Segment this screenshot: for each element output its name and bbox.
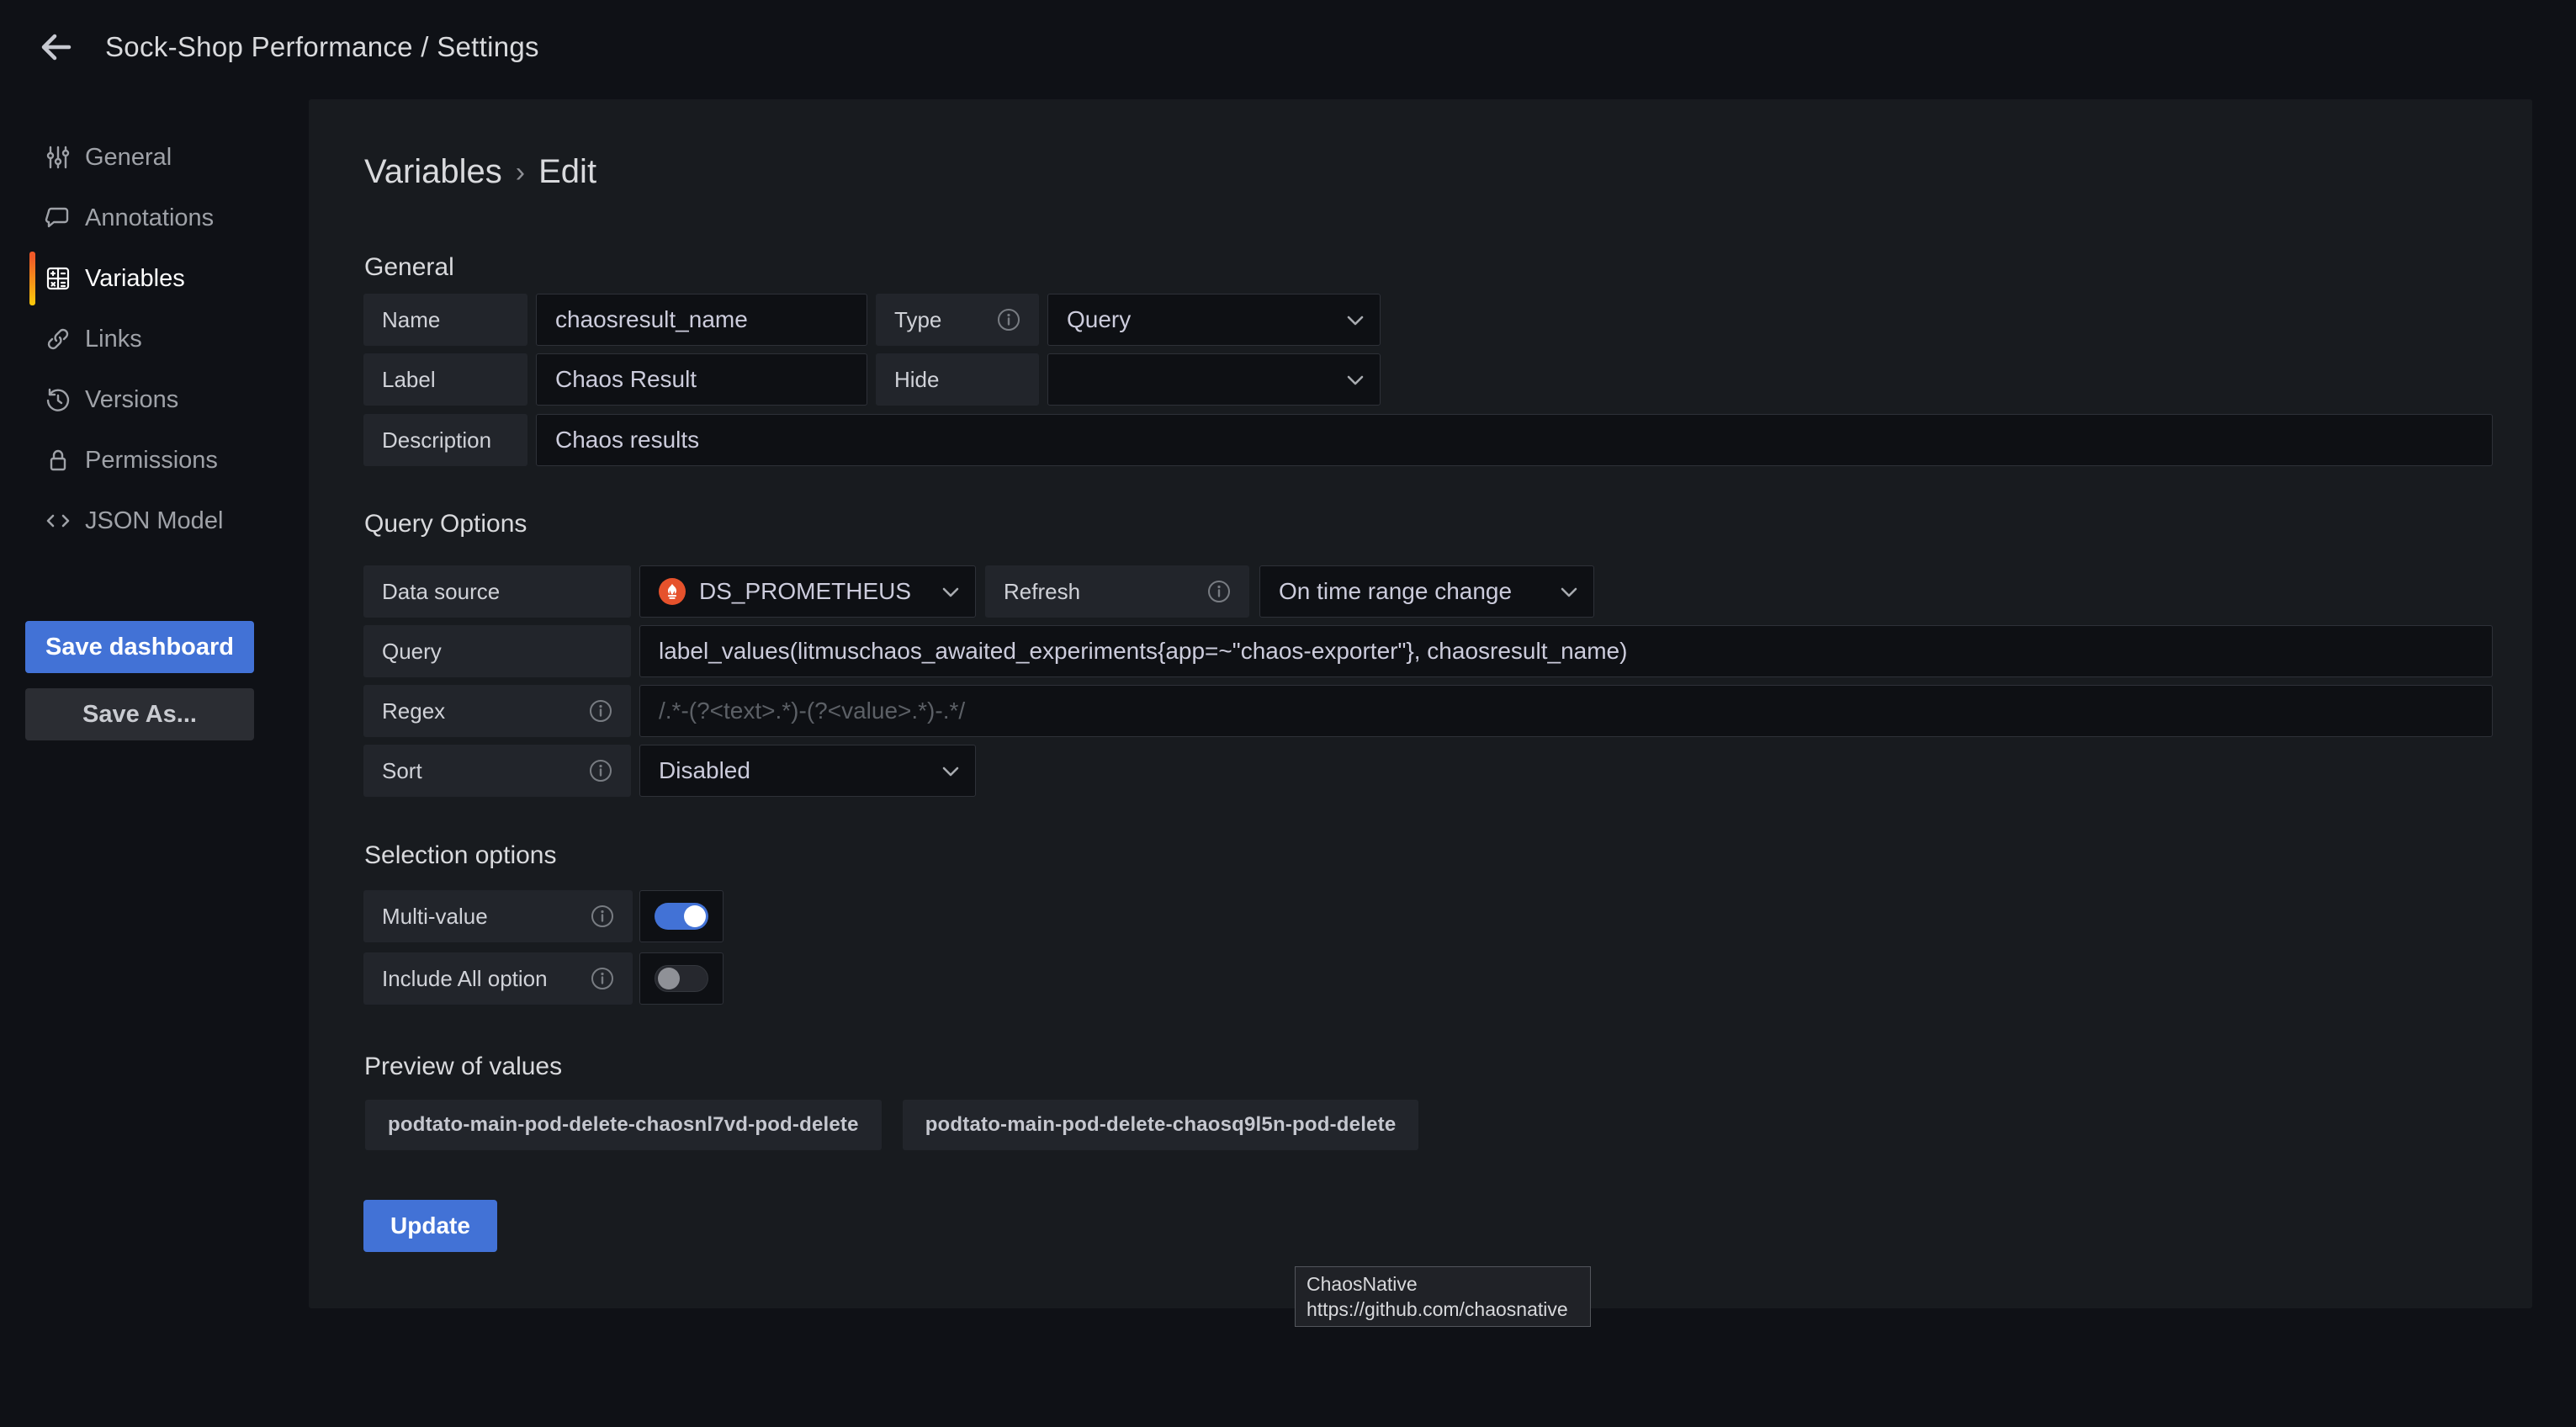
breadcrumb-separator: › [516,156,525,189]
regex-input[interactable]: /.*-(?<text>.*)-(?<value>.*)-.*/ [639,685,2493,737]
breadcrumb-page: Edit [538,153,596,191]
settings-sidebar: General Annotations [0,94,309,1427]
sidebar-item-label: Links [85,326,142,353]
settings-nav: General Annotations [0,127,309,551]
chevron-down-icon [1346,374,1365,386]
info-icon[interactable] [591,967,614,990]
multi-value-toggle[interactable] [639,890,724,942]
sidebar-item-annotations[interactable]: Annotations [0,188,309,248]
data-source-label: Data source [363,565,631,618]
variables-edit-panel: Variables › Edit General Name chaosresul… [309,99,2532,1308]
general-heading: General [364,253,454,282]
save-as-button[interactable]: Save As... [25,688,254,740]
tooltip-title: ChaosNative [1307,1271,1579,1297]
label-input[interactable]: Chaos Result [536,353,867,406]
query-label: Query [363,625,631,677]
preview-value-chip: podtato-main-pod-delete-chaosnl7vd-pod-d… [365,1100,882,1150]
prometheus-icon [659,578,686,605]
refresh-label: Refresh [985,565,1249,618]
breadcrumb: Variables › Edit [364,153,596,191]
sidebar-item-links[interactable]: Links [0,309,309,369]
chevron-down-icon [941,766,960,777]
info-icon[interactable] [589,759,612,782]
sidebar-item-label: Annotations [85,204,214,232]
chevron-down-icon [941,586,960,598]
label-label: Label [363,353,527,406]
comment-icon [45,204,72,231]
lock-icon [45,447,72,474]
top-navbar: Sock-Shop Performance / Settings [0,0,2576,94]
tooltip-url: https://github.com/chaosnative [1307,1297,1579,1322]
sidebar-item-label: JSON Model [85,507,223,535]
sidebar-item-json-model[interactable]: JSON Model [0,491,309,551]
hide-label: Hide [876,353,1039,406]
sidebar-item-label: Permissions [85,447,218,475]
link-icon [45,326,72,353]
sidebar-item-label: Versions [85,386,178,414]
query-input[interactable]: label_values(litmuschaos_awaited_experim… [639,625,2493,677]
save-dashboard-button[interactable]: Save dashboard [25,621,254,673]
include-all-toggle[interactable] [639,952,724,1005]
query-options-heading: Query Options [364,510,527,538]
sliders-icon [45,144,72,171]
code-icon [45,507,72,534]
sort-label: Sort [363,745,631,797]
type-label: Type [876,294,1039,346]
data-source-select[interactable]: DS_PROMETHEUS [639,565,976,618]
selection-options-heading: Selection options [364,841,557,870]
sort-select[interactable]: Disabled [639,745,976,797]
description-input[interactable]: Chaos results [536,414,2493,466]
grafana-settings-page: Sock-Shop Performance / Settings General [0,0,2576,1427]
active-item-indicator [29,252,35,305]
sidebar-item-variables[interactable]: Variables [0,248,309,309]
name-input[interactable]: chaosresult_name [536,294,867,346]
sidebar-item-general[interactable]: General [0,127,309,188]
history-icon [45,386,72,413]
back-arrow-icon[interactable] [34,27,76,67]
info-icon[interactable] [997,308,1020,332]
info-icon[interactable] [589,699,612,723]
preview-heading: Preview of values [364,1053,562,1081]
name-label: Name [363,294,527,346]
sidebar-item-label: Variables [85,265,185,293]
sidebar-item-label: General [85,144,172,172]
type-select[interactable]: Query [1047,294,1381,346]
preview-values: podtato-main-pod-delete-chaosnl7vd-pod-d… [365,1100,1418,1150]
calculator-icon [45,265,72,292]
regex-label: Regex [363,685,631,737]
refresh-select[interactable]: On time range change [1259,565,1594,618]
hide-select[interactable] [1047,353,1381,406]
info-icon[interactable] [1207,580,1231,603]
chevron-down-icon [1560,586,1578,598]
info-icon[interactable] [591,904,614,928]
preview-value-chip: podtato-main-pod-delete-chaosq9l5n-pod-d… [903,1100,1419,1150]
chevron-down-icon [1346,315,1365,326]
page-title: Sock-Shop Performance / Settings [105,0,539,94]
description-label: Description [363,414,527,466]
breadcrumb-section[interactable]: Variables [364,153,502,191]
update-button[interactable]: Update [363,1200,497,1252]
include-all-label: Include All option [363,952,633,1005]
chaosnative-tooltip: ChaosNative https://github.com/chaosnati… [1295,1266,1591,1327]
sidebar-item-versions[interactable]: Versions [0,369,309,430]
sidebar-item-permissions[interactable]: Permissions [0,430,309,491]
multi-value-label: Multi-value [363,890,633,942]
